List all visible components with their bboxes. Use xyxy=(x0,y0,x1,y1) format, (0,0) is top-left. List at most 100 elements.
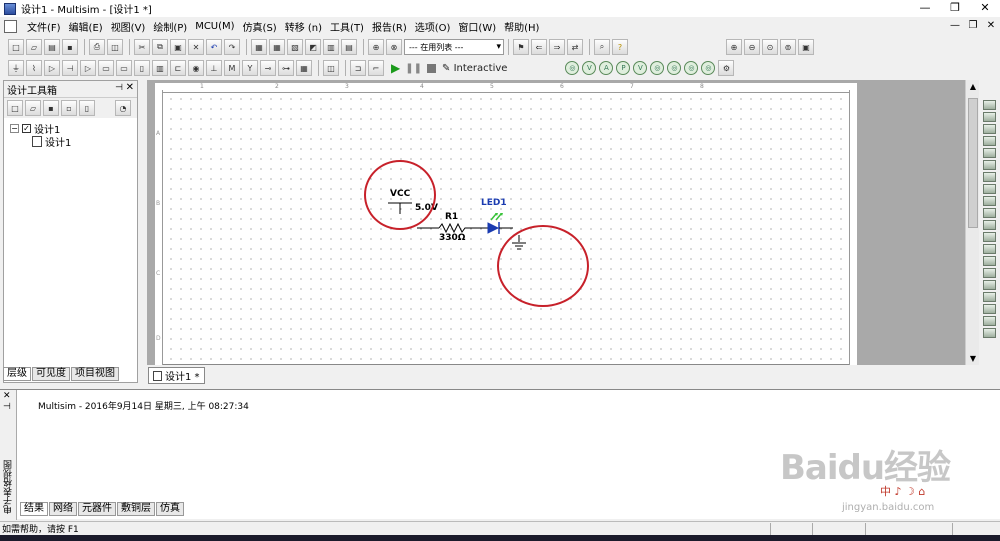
doc-close-button[interactable]: ✕ xyxy=(982,17,1000,35)
mixed-component-icon[interactable]: ⊏ xyxy=(170,60,186,76)
panel-close-icon[interactable]: ✕ xyxy=(126,82,134,93)
panel-delete-icon[interactable]: ▯ xyxy=(79,100,95,116)
new-icon[interactable]: □ xyxy=(8,39,24,55)
save-icon[interactable]: ▪ xyxy=(62,39,78,55)
frequency-counter-icon[interactable] xyxy=(983,172,996,182)
resistor-r1[interactable] xyxy=(438,222,470,234)
copy-icon[interactable]: ⧉ xyxy=(152,39,168,55)
panel-new-icon[interactable]: □ xyxy=(7,100,23,116)
current-probe-icon[interactable]: A xyxy=(599,61,614,75)
menu-place[interactable]: 绘制(P) xyxy=(149,19,191,34)
menu-reports[interactable]: 报告(R) xyxy=(368,19,411,34)
menu-tools[interactable]: 工具(T) xyxy=(326,19,368,34)
tree-child[interactable]: 设计1 xyxy=(10,135,131,149)
tab-components[interactable]: 元器件 xyxy=(78,502,116,516)
four-channel-oscilloscope-icon[interactable] xyxy=(983,148,996,158)
panel-settings-icon[interactable]: ◔ xyxy=(115,100,131,116)
print-icon[interactable]: ⎙ xyxy=(89,39,105,55)
stop-simulation-icon[interactable] xyxy=(427,63,436,73)
spreadsheet-icon[interactable]: ▥ xyxy=(323,39,339,55)
tab-simulation[interactable]: 仿真 xyxy=(156,502,184,516)
canvas-vertical-scrollbar[interactable]: ▲ ▼ xyxy=(965,80,979,365)
delete-icon[interactable]: ✕ xyxy=(188,39,204,55)
zoom-in-icon[interactable]: ⊕ xyxy=(726,39,742,55)
tab-results[interactable]: 结果 xyxy=(20,502,48,516)
diode-component-icon[interactable]: ▷ xyxy=(44,60,60,76)
scroll-up-icon[interactable]: ▲ xyxy=(966,82,980,91)
probe-options-icon[interactable]: ◎ xyxy=(701,61,716,75)
basic-component-icon[interactable]: ⌇ xyxy=(26,60,42,76)
logic-converter-icon[interactable] xyxy=(983,196,996,206)
grapher-icon[interactable]: ◩ xyxy=(305,39,321,55)
menu-transfer[interactable]: 转移 (n) xyxy=(281,19,326,34)
tektronix-oscilloscope-icon[interactable] xyxy=(983,304,996,314)
advanced-peripheral-icon[interactable]: ▦ xyxy=(296,60,312,76)
pin-icon[interactable]: ⊣ xyxy=(115,83,123,93)
tab-copper-layers[interactable]: 敷铜层 xyxy=(117,502,155,516)
led-ref[interactable]: LED1 xyxy=(481,198,507,208)
multimeter-icon[interactable] xyxy=(983,100,996,110)
reference-probe-icon[interactable]: ◎ xyxy=(650,61,665,75)
menu-mcu[interactable]: MCU(M) xyxy=(191,21,238,32)
menu-window[interactable]: 窗口(W) xyxy=(454,19,500,34)
full-screen-icon[interactable]: ▦ xyxy=(251,39,267,55)
grid-icon[interactable]: ▦ xyxy=(269,39,285,55)
zoom-area-icon[interactable]: ⊙ xyxy=(762,39,778,55)
print-preview-icon[interactable]: ◫ xyxy=(107,39,123,55)
paste-icon[interactable]: ▣ xyxy=(170,39,186,55)
tab-hierarchy[interactable]: 层级 xyxy=(3,367,31,381)
source-component-icon[interactable]: ⏚ xyxy=(8,60,24,76)
hierarchical-icon[interactable]: ⌐ xyxy=(368,60,384,76)
logic-analyzer-icon[interactable] xyxy=(983,208,996,218)
digital-probe-icon[interactable]: ◎ xyxy=(667,61,682,75)
cut-icon[interactable]: ✂ xyxy=(134,39,150,55)
function-generator-icon[interactable] xyxy=(983,112,996,122)
menu-simulate[interactable]: 仿真(S) xyxy=(239,19,281,34)
rf-component-icon[interactable]: Y xyxy=(242,60,258,76)
bode-plotter-icon[interactable] xyxy=(983,160,996,170)
interactive-mode-button[interactable]: ✎ Interactive xyxy=(442,63,507,74)
schematic-canvas[interactable]: 1 2 3 4 5 6 7 8 A B C D VCC 5.0V R1 330Ω… xyxy=(147,80,965,365)
iv-analyzer-icon[interactable] xyxy=(983,220,996,230)
voltage-probe-icon[interactable]: V xyxy=(582,61,597,75)
differential-probe-icon[interactable]: V xyxy=(633,61,648,75)
zoom-fit-icon[interactable]: ⊚ xyxy=(780,39,796,55)
distortion-analyzer-icon[interactable] xyxy=(983,232,996,242)
back-annotate-icon[interactable]: ⇐ xyxy=(531,39,547,55)
collapse-icon[interactable]: − xyxy=(10,124,19,133)
close-button[interactable]: ✕ xyxy=(970,0,1000,17)
panel-save-icon[interactable]: ▪ xyxy=(43,100,59,116)
mcu-component-icon[interactable]: ▯ xyxy=(134,60,150,76)
tab-visibility[interactable]: 可见度 xyxy=(32,367,70,381)
doc-minimize-button[interactable]: — xyxy=(946,17,964,35)
electromechanical-icon[interactable]: ⊸ xyxy=(260,60,276,76)
spectrum-analyzer-icon[interactable] xyxy=(983,244,996,254)
menu-help[interactable]: 帮助(H) xyxy=(500,19,543,34)
database-manager-icon[interactable]: ⊗ xyxy=(386,39,402,55)
ttl-component-icon[interactable]: ▭ xyxy=(98,60,114,76)
settings-gear-icon[interactable]: ⚙ xyxy=(718,60,735,76)
in-use-list-dropdown[interactable]: --- 在用列表 --- xyxy=(404,39,504,55)
oscilloscope-icon[interactable] xyxy=(983,136,996,146)
doc-restore-button[interactable]: ❐ xyxy=(964,17,982,35)
document-icon[interactable] xyxy=(4,20,17,33)
tab-project-view[interactable]: 项目视图 xyxy=(71,367,119,381)
minimize-button[interactable]: — xyxy=(910,0,940,17)
panel-close-doc-icon[interactable]: ▫ xyxy=(61,100,77,116)
erc-icon[interactable]: ⚑ xyxy=(513,39,529,55)
transfer-icon[interactable]: ⇄ xyxy=(567,39,583,55)
analog-component-icon[interactable]: ▷ xyxy=(80,60,96,76)
resistor-value[interactable]: 330Ω xyxy=(439,233,465,243)
panel-open-icon[interactable]: ▱ xyxy=(25,100,41,116)
power-component-icon[interactable]: ⊥ xyxy=(206,60,222,76)
power-probe-icon[interactable]: P xyxy=(616,61,631,75)
redo-icon[interactable]: ↷ xyxy=(224,39,240,55)
scroll-thumb[interactable] xyxy=(968,98,978,228)
resistor-ref[interactable]: R1 xyxy=(445,212,458,222)
menu-edit[interactable]: 编辑(E) xyxy=(65,19,107,34)
misc-digital-icon[interactable]: ▥ xyxy=(152,60,168,76)
run-simulation-icon[interactable]: ▶ xyxy=(391,61,400,75)
agilent-oscilloscope-icon[interactable] xyxy=(983,292,996,302)
word-generator-icon[interactable] xyxy=(983,184,996,194)
labview-instrument-icon[interactable] xyxy=(983,316,996,326)
